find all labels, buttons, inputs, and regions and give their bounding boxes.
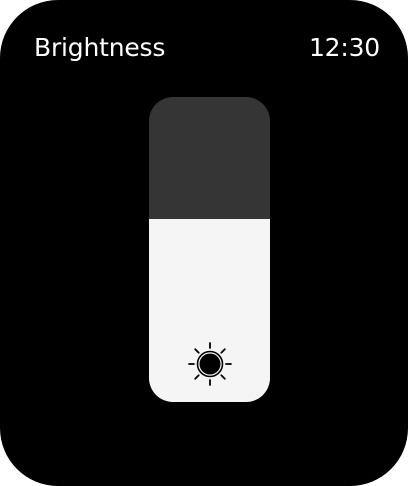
sun-icon: [187, 342, 232, 386]
screen-title: Brightness: [34, 33, 166, 62]
watch-screen: Brightness 12:30: [0, 0, 408, 486]
brightness-slider[interactable]: [149, 97, 270, 402]
clock-time: 12:30: [308, 33, 380, 62]
